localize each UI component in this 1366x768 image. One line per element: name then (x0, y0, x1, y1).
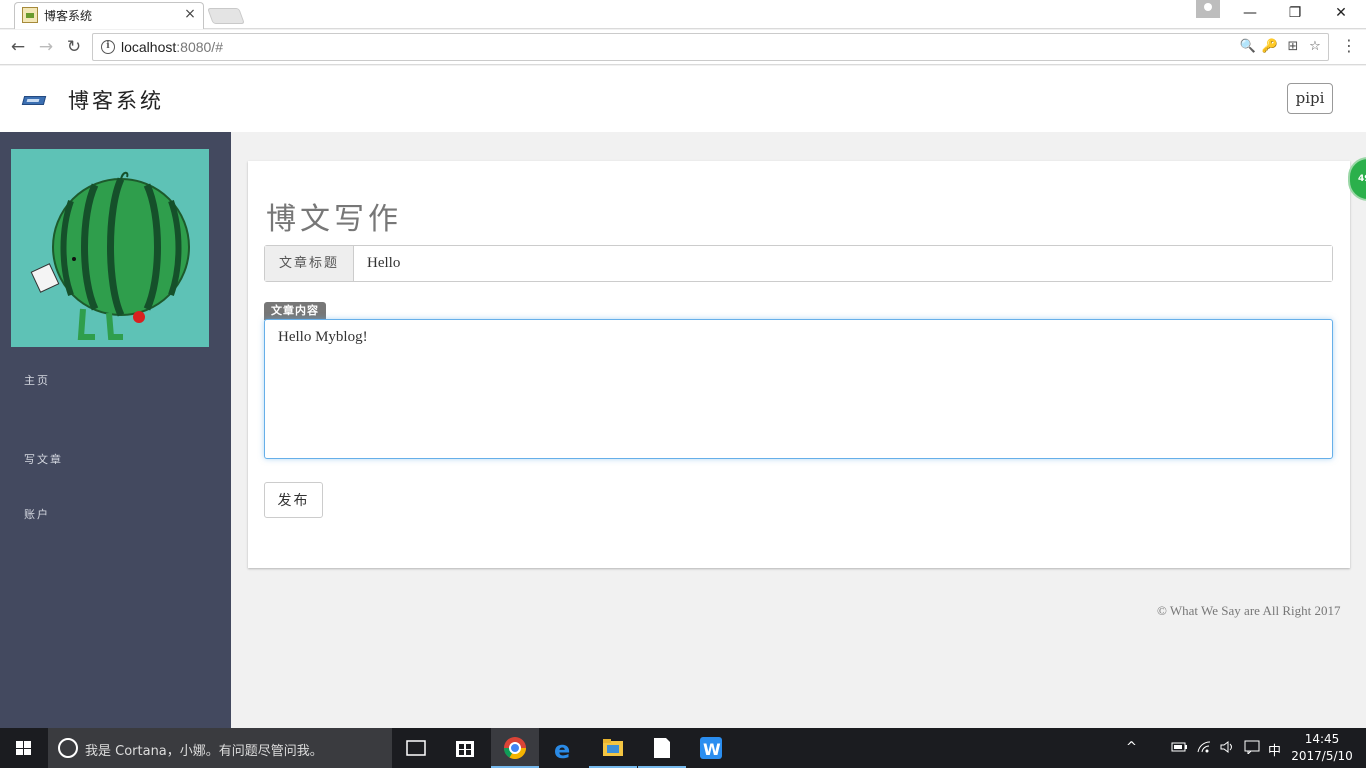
ime-indicator[interactable]: 中 (1268, 740, 1281, 759)
sidebar-item-account[interactable]: 账户 (24, 506, 50, 522)
task-view-icon[interactable] (392, 728, 440, 768)
address-bar[interactable]: i localhost:8080/# 🔍 🔑 ⊞ ☆ (92, 33, 1329, 61)
title-label: 文章标题 (265, 246, 354, 281)
footer-copyright: © What We Say are All Right 2017 (1157, 603, 1341, 618)
close-window-button[interactable]: ✕ (1318, 0, 1364, 28)
url-text[interactable]: localhost:8080/# (121, 39, 223, 55)
title-input-group: 文章标题 (264, 245, 1333, 282)
translate-icon[interactable]: ⊞ (1284, 39, 1302, 54)
document-icon[interactable] (638, 728, 686, 768)
battery-icon[interactable] (1171, 740, 1189, 758)
avatar (11, 149, 209, 347)
action-center-icon[interactable] (1243, 740, 1261, 758)
browser-tab[interactable] (14, 2, 204, 29)
wps-icon[interactable]: W (687, 728, 735, 768)
cortana-search-box[interactable]: 我是 Cortana，小娜。有问题尽管问我。 (48, 728, 392, 768)
chrome-icon[interactable] (491, 728, 539, 768)
start-button[interactable] (0, 728, 48, 768)
reload-icon[interactable]: ↻ (62, 36, 86, 58)
sidebar-item-write[interactable]: 写文章 (24, 451, 63, 467)
profile-icon[interactable] (1196, 0, 1220, 18)
tab-title: 博客系统 (44, 9, 93, 23)
info-icon[interactable]: i (101, 40, 115, 54)
page-title: 博文写作 (266, 202, 402, 237)
forward-icon[interactable]: → (34, 36, 58, 58)
watermelon-avatar-image (11, 149, 209, 347)
new-tab-button[interactable] (207, 8, 245, 24)
page: 博客系统 pipi 主页 写文章 账户 博文写作 文章标题 Hello 文章内容… (0, 66, 1366, 728)
clock-date: 2017/5/10 (1291, 749, 1353, 763)
back-icon[interactable]: ← (6, 36, 30, 58)
key-icon[interactable]: 🔑 (1261, 39, 1279, 54)
restore-button[interactable]: ❐ (1272, 0, 1318, 28)
content-label: 文章内容 (264, 302, 326, 320)
windows-icon (16, 741, 32, 755)
floating-badge[interactable]: 49 (1348, 157, 1366, 201)
site-title[interactable]: 博客系统 (68, 85, 164, 115)
bookmark-star-icon[interactable]: ☆ (1306, 39, 1324, 54)
tray-chevron-icon[interactable]: ^ (1126, 740, 1137, 755)
publish-button[interactable]: 发布 (264, 482, 323, 518)
sidebar: 主页 写文章 账户 (0, 132, 231, 728)
browser-toolbar: ← → ↻ i localhost:8080/# 🔍 🔑 ⊞ ☆ ⋮ (0, 30, 1366, 65)
browser-tabstrip: 博客系统 × — ❐ ✕ (0, 0, 1366, 29)
user-button[interactable]: pipi (1287, 83, 1333, 114)
search-placeholder: 我是 Cortana，小娜。有问题尽管问我。 (85, 744, 323, 759)
logo-icon[interactable] (21, 96, 47, 105)
wifi-icon[interactable] (1196, 740, 1214, 758)
clock-time: 14:45 (1304, 732, 1340, 746)
sidebar-item-home[interactable]: 主页 (24, 372, 50, 388)
browser-menu-icon[interactable]: ⋮ (1340, 36, 1358, 55)
url-host: localhost (121, 39, 177, 55)
svg-text:e: e (554, 736, 570, 764)
url-path: :8080/# (176, 39, 223, 55)
svg-text:W: W (703, 740, 721, 759)
volume-icon[interactable] (1219, 740, 1237, 758)
minimize-button[interactable]: — (1227, 0, 1273, 28)
zoom-icon[interactable]: 🔍 (1239, 39, 1257, 54)
content-textarea[interactable]: Hello Myblog! (264, 319, 1333, 459)
edge-icon[interactable]: e (540, 728, 588, 768)
clock[interactable]: 14:45 2017/5/10 (1284, 731, 1360, 765)
site-header: 博客系统 pipi (0, 66, 1366, 132)
favicon-icon (22, 7, 38, 23)
tab-close-icon[interactable]: × (182, 5, 198, 23)
taskbar: 我是 Cortana，小娜。有问题尽管问我。 e W ^ 中 14:45 201… (0, 728, 1366, 768)
store-icon[interactable] (441, 728, 489, 768)
title-input[interactable] (354, 246, 1332, 281)
cortana-icon (58, 738, 78, 758)
file-explorer-icon[interactable] (589, 728, 637, 768)
editor-card: 博文写作 文章标题 文章内容 Hello Myblog! 发布 (248, 161, 1350, 568)
